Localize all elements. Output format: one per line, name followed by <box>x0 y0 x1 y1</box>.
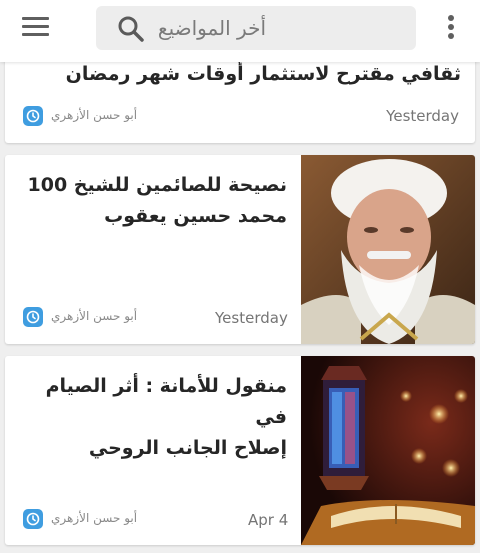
post-author[interactable]: أبو حسن الأزهري <box>51 511 137 525</box>
post-date: Yesterday <box>386 107 459 125</box>
post-title-line: إصلاح الجانب الروحي <box>88 437 287 459</box>
search-input[interactable]: أخر المواضيع <box>96 6 416 50</box>
post-date: Yesterday <box>215 309 288 327</box>
post-title: نصيحة للصائمين للشيخ 100 محمد حسين يعقوب <box>27 170 288 232</box>
post-title-line: محمد حسين يعقوب <box>104 205 287 227</box>
post-thumbnail-image[interactable] <box>301 356 475 545</box>
post-date: Apr 4 <box>248 511 289 529</box>
author-avatar-icon <box>23 509 43 529</box>
post-card[interactable]: منقول للأمانة : أثر الصيام في إصلاح الجا… <box>5 356 475 545</box>
hamburger-menu-icon[interactable] <box>22 17 52 41</box>
author-avatar-icon <box>23 106 43 126</box>
post-title-line: ثقافي مقترح لاستثمار أوقات شهر رمضان <box>65 63 461 85</box>
post-author[interactable]: أبو حسن الأزهري <box>51 309 137 323</box>
post-title-line: منقول للأمانة : أثر الصيام في <box>45 375 287 428</box>
post-title: منقول للأمانة : أثر الصيام في إصلاح الجا… <box>27 371 287 464</box>
author-avatar-icon <box>23 307 43 327</box>
post-title: ثقافي مقترح لاستثمار أوقات شهر رمضان <box>21 59 461 90</box>
post-author[interactable]: أبو حسن الأزهري <box>51 108 137 122</box>
more-vertical-icon[interactable] <box>446 15 456 43</box>
search-placeholder: أخر المواضيع <box>157 16 266 40</box>
search-icon[interactable] <box>116 14 146 44</box>
post-thumbnail-image[interactable] <box>301 155 475 344</box>
post-title-line: نصيحة للصائمين للشيخ 100 <box>27 174 288 196</box>
post-card[interactable]: نصيحة للصائمين للشيخ 100 محمد حسين يعقوب… <box>5 155 475 344</box>
app-bar: أخر المواضيع <box>0 0 480 62</box>
post-card[interactable]: ثقافي مقترح لاستثمار أوقات شهر رمضان أبو… <box>5 50 475 143</box>
